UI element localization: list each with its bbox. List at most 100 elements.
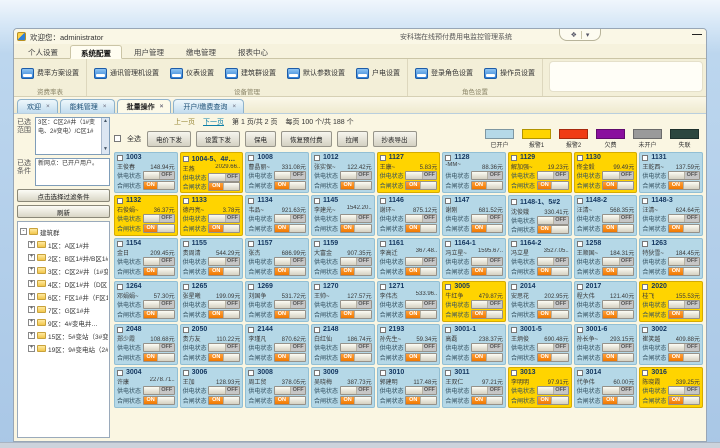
- breaker-toggle[interactable]: ON: [274, 310, 306, 319]
- ribbon-button[interactable]: 户电设置: [354, 66, 402, 81]
- prev-page-link[interactable]: 上一页: [174, 117, 195, 127]
- room-checkbox[interactable]: [445, 241, 451, 247]
- room-checkbox[interactable]: [445, 284, 451, 290]
- supply-toggle[interactable]: OFF: [340, 257, 372, 266]
- breaker-toggle[interactable]: ON: [471, 353, 503, 362]
- breaker-toggle[interactable]: ON: [405, 396, 437, 405]
- breaker-toggle[interactable]: ON: [471, 267, 503, 276]
- room-checkbox[interactable]: [248, 241, 254, 247]
- breaker-toggle[interactable]: ON: [471, 310, 503, 319]
- breaker-toggle[interactable]: ON: [274, 396, 306, 405]
- breaker-toggle[interactable]: ON: [208, 267, 240, 276]
- supply-toggle[interactable]: OFF: [602, 171, 634, 180]
- supply-toggle[interactable]: OFF: [537, 216, 569, 225]
- supply-toggle[interactable]: OFF: [208, 386, 240, 395]
- room-checkbox[interactable]: [577, 241, 583, 247]
- breaker-toggle[interactable]: ON: [602, 310, 634, 319]
- breaker-toggle[interactable]: ON: [340, 396, 372, 405]
- supply-toggle[interactable]: OFF: [537, 343, 569, 352]
- breaker-toggle[interactable]: ON: [143, 396, 175, 405]
- room-checkbox[interactable]: [577, 198, 583, 204]
- room-checkbox[interactable]: [380, 198, 386, 204]
- room-checkbox[interactable]: [445, 327, 451, 333]
- supply-toggle[interactable]: OFF: [471, 300, 503, 309]
- breaker-toggle[interactable]: ON: [208, 310, 240, 319]
- breaker-toggle[interactable]: ON: [602, 267, 634, 276]
- breaker-toggle[interactable]: ON: [340, 353, 372, 362]
- ribbon-button[interactable]: 仪表设置: [168, 66, 216, 81]
- expander-icon[interactable]: +: [28, 345, 35, 352]
- breaker-toggle[interactable]: ON: [602, 396, 634, 405]
- room-checkbox[interactable]: [511, 241, 517, 247]
- expander-icon[interactable]: +: [28, 254, 35, 261]
- supply-toggle[interactable]: OFF: [340, 300, 372, 309]
- close-icon[interactable]: ×: [46, 104, 50, 110]
- doc-tab-4[interactable]: 开户/缴费查询×: [173, 99, 244, 113]
- doc-tab-3[interactable]: 批量操作×: [117, 99, 172, 113]
- breaker-toggle[interactable]: ON: [274, 181, 306, 190]
- breaker-toggle[interactable]: ON: [143, 267, 175, 276]
- room-checkbox[interactable]: [248, 198, 254, 204]
- room-checkbox[interactable]: [511, 284, 517, 290]
- breaker-toggle[interactable]: ON: [602, 224, 634, 233]
- supply-toggle[interactable]: OFF: [208, 214, 240, 223]
- tree-item-4[interactable]: +4区：D区1#井（D区…: [20, 277, 108, 290]
- room-checkbox[interactable]: [445, 198, 451, 204]
- supply-toggle[interactable]: OFF: [143, 343, 175, 352]
- action-button-3[interactable]: 保电: [245, 131, 276, 147]
- supply-toggle[interactable]: OFF: [143, 386, 175, 395]
- breaker-toggle[interactable]: ON: [143, 224, 175, 233]
- supply-toggle[interactable]: OFF: [668, 214, 700, 223]
- selected-range-box[interactable]: 3区：C区2#井（1#变电、2#变电）/C区1# ▲ ▼: [35, 117, 110, 155]
- style-icon[interactable]: ❖: [571, 31, 577, 39]
- breaker-toggle[interactable]: ON: [405, 224, 437, 233]
- expander-icon[interactable]: +: [28, 241, 35, 248]
- room-checkbox[interactable]: [577, 155, 583, 161]
- supply-toggle[interactable]: OFF: [274, 214, 306, 223]
- room-checkbox[interactable]: [248, 327, 254, 333]
- breaker-toggle[interactable]: ON: [668, 353, 700, 362]
- tree-item-2[interactable]: +2区：B区1#井/B区1#…: [20, 251, 108, 264]
- ribbon-button[interactable]: 建筑群设置: [223, 66, 278, 81]
- breaker-toggle[interactable]: ON: [471, 396, 503, 405]
- supply-toggle[interactable]: OFF: [143, 171, 175, 180]
- room-checkbox[interactable]: [380, 241, 386, 247]
- room-checkbox[interactable]: [183, 156, 189, 162]
- expander-icon[interactable]: +: [28, 306, 35, 313]
- breaker-toggle[interactable]: ON: [537, 310, 569, 319]
- supply-toggle[interactable]: OFF: [405, 257, 437, 266]
- room-checkbox[interactable]: [183, 370, 189, 376]
- supply-toggle[interactable]: OFF: [208, 343, 240, 352]
- action-button-6[interactable]: 抄表导出: [373, 131, 417, 147]
- minimize-button[interactable]: —: [692, 30, 702, 40]
- skin-switcher[interactable]: ❖ ▾: [559, 29, 601, 41]
- supply-toggle[interactable]: OFF: [143, 257, 175, 266]
- room-checkbox[interactable]: [117, 241, 123, 247]
- room-checkbox[interactable]: [248, 370, 254, 376]
- tree-item-1[interactable]: +1区：A区1#井: [20, 238, 108, 251]
- breaker-toggle[interactable]: ON: [668, 181, 700, 190]
- room-checkbox[interactable]: [380, 370, 386, 376]
- breaker-toggle[interactable]: ON: [143, 310, 175, 319]
- room-checkbox[interactable]: [183, 198, 189, 204]
- room-checkbox[interactable]: [445, 370, 451, 376]
- supply-toggle[interactable]: OFF: [405, 171, 437, 180]
- room-checkbox[interactable]: [314, 198, 320, 204]
- ribbon-button[interactable]: 默认参数设置: [285, 66, 347, 81]
- supply-toggle[interactable]: OFF: [668, 257, 700, 266]
- ribbon-button[interactable]: 费率方案设置: [19, 66, 81, 81]
- tree-item-8[interactable]: +15区：5#变站（3#变…: [20, 329, 108, 342]
- breaker-toggle[interactable]: ON: [471, 181, 503, 190]
- select-all-checkbox[interactable]: [114, 135, 121, 142]
- breaker-toggle[interactable]: ON: [208, 224, 240, 233]
- supply-toggle[interactable]: OFF: [208, 173, 240, 182]
- close-icon[interactable]: ×: [103, 104, 107, 110]
- action-button-4[interactable]: 恢复预付费: [281, 131, 332, 147]
- room-checkbox[interactable]: [117, 370, 123, 376]
- supply-toggle[interactable]: OFF: [471, 386, 503, 395]
- supply-toggle[interactable]: OFF: [274, 386, 306, 395]
- supply-toggle[interactable]: OFF: [537, 257, 569, 266]
- room-checkbox[interactable]: [577, 370, 583, 376]
- tree-item-9[interactable]: +19区：9#变电站（2#…: [20, 342, 108, 355]
- room-checkbox[interactable]: [511, 327, 517, 333]
